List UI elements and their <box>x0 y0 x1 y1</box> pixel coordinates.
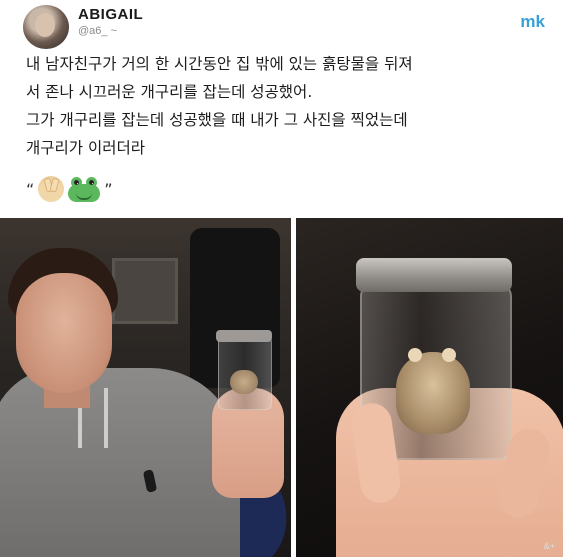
tweet-line: 그가 개구리를 잡는데 성공했을 때 내가 그 사진을 찍었는데 <box>26 111 408 129</box>
peace-hand-icon <box>38 176 65 202</box>
username[interactable]: ABIGAIL <box>78 6 143 23</box>
tweet-line: 내 남자친구가 거의 한 시간동안 집 밖에 있는 흙탕물을 뒤져 <box>26 55 413 73</box>
frog-eye <box>408 348 422 362</box>
face <box>16 273 112 393</box>
corner-mark: &+ <box>543 541 555 551</box>
photo-left[interactable] <box>0 218 291 557</box>
tweet-line: 개구리가 이러더라 <box>26 139 146 157</box>
photo-right[interactable]: &+ <box>296 218 563 557</box>
jar-lid <box>356 258 512 292</box>
tweet-text: 내 남자친구가 거의 한 시간동안 집 밖에 있는 흙탕물을 뒤져 서 존나 시… <box>26 50 546 162</box>
quote-open: “ <box>26 179 35 199</box>
jar-lid <box>216 330 272 342</box>
frog-face-icon <box>68 176 101 202</box>
frog <box>230 370 258 394</box>
watermark-logo: mk <box>520 12 545 31</box>
tweet-card: ABIGAIL @a6_ ~ mk 내 남자친구가 거의 한 시간동안 집 밖에… <box>0 0 563 214</box>
emoji-row: “ ” <box>26 174 113 204</box>
frog-eye <box>442 348 456 362</box>
avatar[interactable] <box>23 5 69 49</box>
hoodie-string <box>104 388 108 448</box>
window <box>112 258 178 324</box>
hoodie <box>0 368 240 557</box>
user-handle[interactable]: @a6_ ~ <box>78 25 117 37</box>
frog <box>396 352 470 434</box>
tweet-line: 서 존나 시끄러운 개구리를 잡는데 성공했어. <box>26 83 313 101</box>
quote-close: ” <box>104 179 113 199</box>
